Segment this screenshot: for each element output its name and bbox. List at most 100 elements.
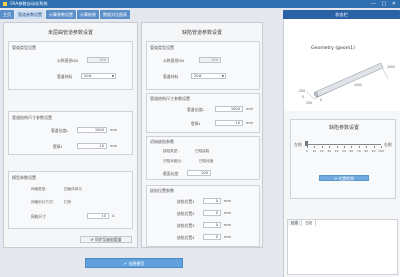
section-label: 管道类型设置 [12,45,36,50]
status-tab[interactable]: 状态栏 [283,10,400,19]
window-title: FAA参数自动化系统 [10,1,48,6]
mesh-method-value: 扫掠 [64,200,72,204]
defect-position-4-field[interactable]: 0 [203,234,221,240]
section-label: 管道类型设置 [150,45,174,50]
create-model-button[interactable]: ✔ 创建模型 [85,258,183,268]
slider-tick-mark [373,146,375,148]
geometry-view: Geometry (geom1) 2000 1000 0 -200 0 200 [284,19,400,111]
unit-label: mm [246,107,254,111]
slider-tick-mark [307,146,308,148]
panel-title: 缺陷管道参数设置 [181,30,222,36]
unit-label: mm [224,211,232,215]
slider-tick-mark [314,146,315,148]
section-label: 模型参数设置 [12,175,36,180]
mesh-type-label: 网格类型: [31,187,47,191]
nominal-diameter-label: 公称直径DN [57,58,78,63]
tab-home[interactable]: 主页 [0,10,14,19]
defect-position-4-label: 缺陷位置4 [177,235,195,240]
position-detect-button[interactable]: ⟳ 位置检测 [319,175,369,181]
slider-tick-mark [321,146,323,148]
unit-label: mm [224,235,232,239]
pipe-length-field[interactable]: 1000 [215,106,243,112]
chevron-down-icon: ▼ [221,74,224,78]
slider-tick-mark [358,146,360,148]
slider-title: 缺陷参数设置 [328,125,359,131]
app-logo-icon [3,1,7,6]
tab-results[interactable]: 计算结果 [77,10,99,19]
mesh-type-value: 四面体单元 [64,187,82,191]
mesh-size-label: 网格尺寸 [31,214,47,219]
model-params-section: 模型参数设置 网格类型: 四面体单元 网格划分方式: 扫掠 网格尺寸 10 4 [8,171,133,229]
pipe-dimension-section: 管道结构尺寸参数设置 管道长度L 1500 mm 壁厚t 10 mm [8,111,133,155]
chevron-down-icon: ▼ [111,74,114,78]
nominal-diameter-label: 公称直径DN [163,58,184,63]
unit-label: mm [246,121,254,125]
defect-position-1-label: 缺陷位置1 [177,199,195,204]
window-controls[interactable]: — ▢ ✕ [371,1,398,7]
pipe-length-label: 管道长度L [51,128,69,133]
nominal-diameter-field[interactable]: 150 [199,57,221,63]
pipe-material-select[interactable]: 20# ▼ [81,73,116,79]
wall-thickness-field[interactable]: 10 [215,120,243,126]
slider-left-label: 左侧 [294,142,302,147]
tab-info[interactable]: 信息 [288,220,303,226]
pipe-material-label: 管道材料 [57,74,73,79]
defect-position-1-field[interactable]: 0 [203,198,221,204]
defect-position-2-field[interactable]: 0 [203,210,221,216]
section-length-field[interactable]: 100 [187,170,211,176]
panel-title: 未屈曲管道参数设置 [47,30,93,36]
initial-defect-section: 初始缺陷参数 缺陷类型: 凹陷缺陷 凹陷深度比: 凹陷深度 截面长度 100 [146,136,260,180]
mesh-size-field[interactable]: 10 [87,213,109,219]
section-label: 初始缺陷参数 [150,139,174,144]
wall-thickness-label: 壁厚t [53,144,63,149]
section-length-label: 截面长度 [163,171,179,176]
wall-thickness-label: 壁厚t [191,121,201,126]
slider-tick-mark [336,146,338,148]
log-area: 信息 日志 [287,219,398,275]
defect-type-label: 缺陷类型: [163,149,179,153]
tab-calc-params[interactable]: 计算参数设置 [46,10,76,19]
slider-tick-mark [329,146,330,148]
slider-tick-mark [366,146,367,148]
tab-charts[interactable]: 数据对比图表 [100,10,130,19]
defect-pipe-panel: 缺陷管道参数设置 管道类型设置 公称直径DN 150 管道材料 20# ▼ 管道… [141,22,263,248]
wall-thickness-field[interactable]: 10 [77,143,107,149]
tab-pipe-params[interactable]: 管道参数设置 [15,10,45,19]
dent-depth-label: 凹陷深度比: [163,159,183,163]
log-tabs: 信息 日志 [288,220,317,226]
undefected-pipe-panel: 未屈曲管道参数设置 管道类型设置 公称直径DN 150 管道材料 20# ▼ 管… [3,22,138,248]
pipe-length-field[interactable]: 1500 [77,127,107,133]
slider-tick-mark [344,146,345,148]
title-bar: FAA参数自动化系统 — ▢ ✕ [0,0,400,8]
slider-track[interactable] [307,144,381,145]
pipe-type-section: 管道类型设置 公称直径DN 150 管道材料 20# ▼ [8,41,133,90]
unit-label: mm [110,128,118,132]
slider-tick-mark [381,146,382,148]
pipe-material-value: 20# [194,74,202,78]
pipe-type-section: 管道类型设置 公称直径DN 150 管道材料 20# ▼ [146,41,260,90]
pipe-material-value: 20# [84,74,92,78]
pipe-material-label: 管道材料 [163,74,179,79]
defect-position-3-label: 缺陷位置3 [177,223,195,228]
tab-log[interactable]: 日志 [302,220,317,226]
pipe-length-label: 管道长度L [187,107,205,112]
defect-slider-section: 缺陷参数设置 左侧 右侧 0 10 20 30 40 50 60 70 80 90 100 ⟳ 位置… [290,119,396,199]
pipe-material-select[interactable]: 20# ▼ [191,73,226,79]
unit-label: mm [224,223,232,227]
status-panel: Geometry (geom1) 2000 1000 0 -200 0 200 … [283,19,400,277]
section-label: 管道结构尺寸参数设置 [12,115,52,120]
mesh-method-label: 网格划分方式: [31,200,54,204]
slider-tick-mark [351,146,352,148]
tab-bar: 主页 管道参数设置 计算参数设置 计算结果 数据对比图表 [0,10,130,19]
sync-to-defect-button[interactable]: ⟳ 同步至缺陷管道 [80,236,132,243]
defect-position-3-field[interactable]: 0 [203,222,221,228]
pipe-dimension-section: 管道结构尺寸参数设置 管道长度L 1000 mm 壁厚t 10 mm [146,93,260,133]
defect-position-section: 缺陷位置参数 缺陷位置1 0 mm 缺陷位置2 0 mm 缺陷位置3 0 mm … [146,185,260,247]
section-label: 缺陷位置参数 [150,188,174,193]
unit-label: mm [110,144,118,148]
unit-label: mm [224,199,232,203]
defect-type-value: 凹陷缺陷 [195,149,210,153]
unit-label: 4 [112,214,115,218]
slider-tick-label: 100 [378,149,384,153]
nominal-diameter-field[interactable]: 150 [87,57,109,63]
